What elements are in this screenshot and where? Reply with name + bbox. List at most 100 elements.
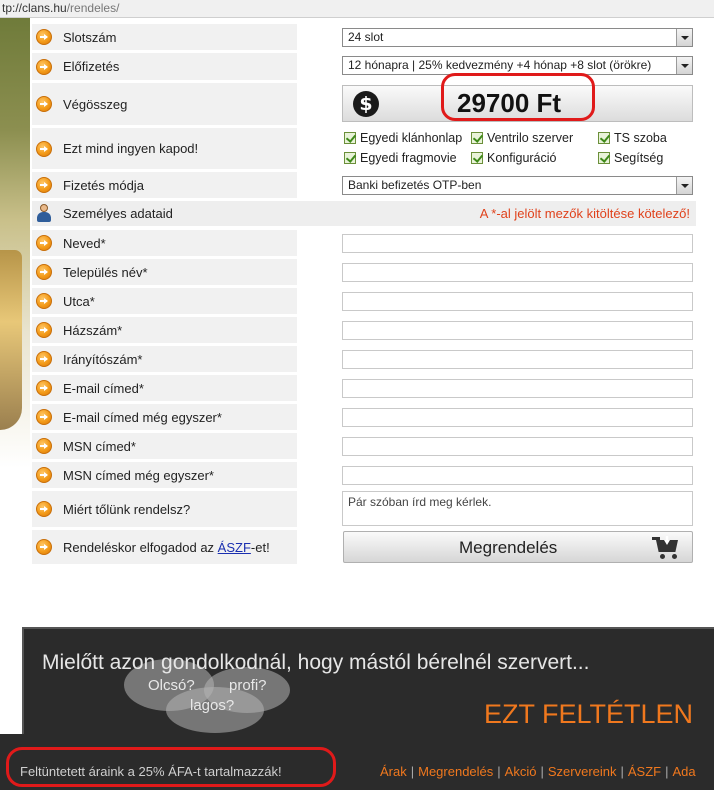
msn-confirm-row: MSN címed még egyszer* [32, 462, 696, 488]
personal-section-title: Személyes adataid [63, 206, 173, 221]
checkbox-icon [344, 152, 356, 164]
field-label: Irányítószám* [63, 351, 143, 367]
banner-cta: EZT FELTÉTLEN [484, 699, 694, 729]
order-button-label: Megrendelés [459, 538, 558, 557]
price-highlight-circle [441, 73, 595, 121]
field-label: MSN címed még egyszer* [63, 467, 214, 483]
slot-label: Slotszám [63, 29, 117, 45]
free-item-config: Konfiguráció [471, 151, 557, 165]
zip-input[interactable] [342, 350, 693, 369]
city-row: Település név* [32, 259, 696, 285]
user-icon [36, 204, 52, 222]
slot-label-cell: Slotszám [32, 24, 297, 50]
order-button[interactable]: Megrendelés [343, 531, 693, 563]
terms-suffix: -et! [250, 539, 270, 555]
address-bar[interactable]: tp://clans.hu/rendeles/ [0, 0, 714, 18]
footer-link-prices[interactable]: Árak [380, 764, 407, 779]
field-label: Utca* [63, 293, 95, 309]
terms-link[interactable]: ÁSZF [218, 540, 251, 555]
field-label: Település név* [63, 264, 148, 280]
house-number-input[interactable] [342, 321, 693, 340]
chevron-down-icon[interactable] [676, 57, 692, 74]
email-row: E-mail címed* [32, 375, 696, 401]
checkbox-icon [598, 132, 610, 144]
free-item-ts: TS szoba [598, 131, 667, 145]
msn-confirm-input[interactable] [342, 466, 693, 485]
checkbox-icon [598, 152, 610, 164]
background-figure [0, 250, 22, 430]
checkbox-icon [344, 132, 356, 144]
required-fields-note: A *-al jelölt mezők kitöltése kötelező! [479, 206, 690, 221]
checkbox-icon [471, 152, 483, 164]
footer-link-order[interactable]: Megrendelés [418, 764, 493, 779]
free-item-label: Egyedi fragmovie [360, 151, 457, 165]
slot-row: Slotszám 24 slot [32, 24, 696, 50]
arrow-bullet-icon [36, 501, 52, 517]
why-row: Miért tőlünk rendelsz? Pár szóban írd me… [32, 491, 696, 527]
total-label: Végösszeg [63, 96, 128, 112]
msn-row: MSN címed* [32, 433, 696, 459]
arrow-bullet-icon [36, 29, 52, 45]
street-row: Utca* [32, 288, 696, 314]
email-confirm-row: E-mail címed még egyszer* [32, 404, 696, 430]
terms-text: Rendeléskor elfogadod az ÁSZF-et! [63, 540, 270, 555]
payment-select-value: Banki befizetés OTP-ben [348, 178, 482, 192]
checkbox-icon [471, 132, 483, 144]
slot-select-value: 24 slot [348, 30, 384, 44]
house-number-row: Házszám* [32, 317, 696, 343]
arrow-bullet-icon [36, 96, 52, 112]
bubble-text-cheap: Olcsó? [148, 677, 195, 694]
arrow-bullet-icon [36, 235, 52, 251]
why-textarea[interactable]: Pár szóban írd meg kérlek. [342, 491, 693, 526]
email-input[interactable] [342, 379, 693, 398]
free-items-label: Ezt mind ingyen kapod! [63, 141, 199, 156]
chevron-down-icon[interactable] [676, 177, 692, 194]
free-item-ventrilo: Ventrilo szerver [471, 131, 573, 145]
msn-input[interactable] [342, 437, 693, 456]
arrow-bullet-icon [36, 293, 52, 309]
arrow-bullet-icon [36, 438, 52, 454]
email-confirm-input[interactable] [342, 408, 693, 427]
footer-link-promo[interactable]: Akció [505, 764, 537, 779]
promo-banner[interactable]: Mielőtt azon gondolkodnál, hogy mástól b… [22, 627, 714, 734]
field-label: Házszám* [63, 322, 123, 338]
free-item-label: Ventrilo szerver [487, 131, 574, 145]
street-input[interactable] [342, 292, 693, 311]
payment-label: Fizetés módja [63, 177, 144, 193]
terms-prefix: Rendeléskor elfogadod az [63, 539, 218, 555]
name-input[interactable] [342, 234, 693, 253]
free-item-label: Egyedi klánhonlap [360, 131, 463, 145]
field-label: MSN címed* [63, 438, 136, 454]
field-label: E-mail címed még egyszer* [63, 409, 222, 425]
vat-highlight-circle [6, 747, 336, 787]
payment-row: Fizetés módja Banki befizetés OTP-ben [32, 172, 696, 198]
field-label: Neved* [63, 235, 106, 251]
footer-link-terms[interactable]: ÁSZF [628, 764, 661, 779]
free-item-label: TS szoba [614, 131, 667, 145]
banner-headline: Mielőtt azon gondolkodnál, hogy mástól b… [42, 651, 590, 674]
total-row: Végösszeg $ 29700 Ft [32, 83, 696, 125]
subscription-row: Előfizetés 12 hónapra | 25% kedvezmény +… [32, 53, 696, 80]
bubble-text-reliable: lagos? [190, 697, 235, 714]
city-input[interactable] [342, 263, 693, 282]
footer-link-servers[interactable]: Szervereink [548, 764, 617, 779]
arrow-bullet-icon [36, 539, 52, 555]
subscription-label: Előfizetés [63, 59, 120, 74]
arrow-bullet-icon [36, 467, 52, 483]
slot-select[interactable]: 24 slot [342, 28, 693, 47]
arrow-bullet-icon [36, 351, 52, 367]
arrow-bullet-icon [36, 140, 52, 157]
arrow-bullet-icon [36, 264, 52, 280]
free-item-clan-site: Egyedi klánhonlap [344, 131, 462, 145]
chevron-down-icon[interactable] [676, 29, 692, 46]
personal-section-header: Személyes adataid A *-al jelölt mezők ki… [32, 201, 696, 226]
shopping-cart-icon [652, 536, 682, 560]
arrow-bullet-icon [36, 177, 52, 193]
arrow-bullet-icon [36, 58, 52, 75]
bubble-text-pro: profi? [229, 677, 267, 694]
footer-link-more[interactable]: Ada [673, 764, 696, 779]
why-label: Miért tőlünk rendelsz? [63, 501, 191, 517]
field-label: E-mail címed* [63, 380, 144, 396]
free-items-row: Ezt mind ingyen kapod! Egyedi klánhonlap… [32, 128, 696, 169]
payment-select[interactable]: Banki befizetés OTP-ben [342, 176, 693, 195]
